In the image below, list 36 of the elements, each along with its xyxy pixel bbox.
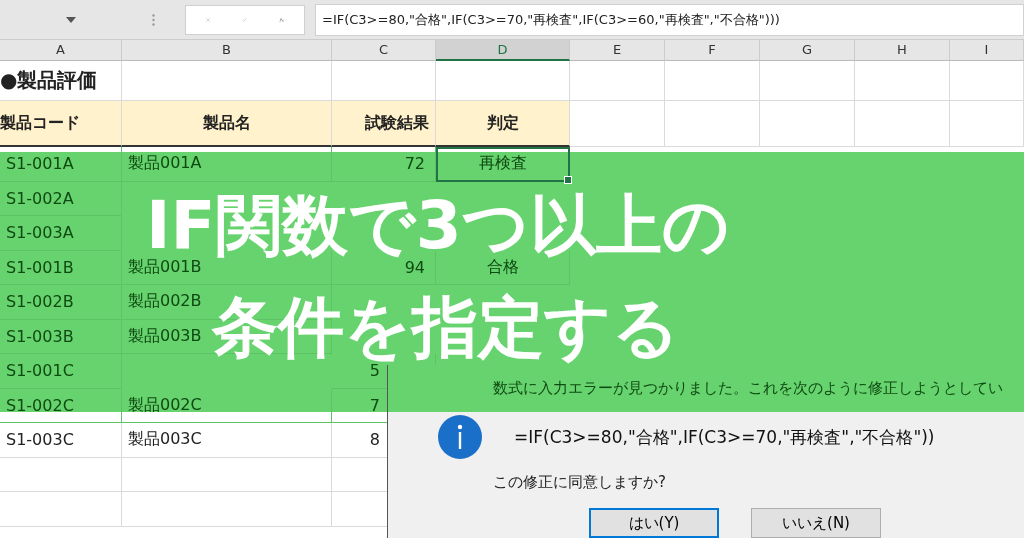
table-header: 試験結果 [332,101,436,147]
column-header[interactable]: E [570,40,665,61]
column-header[interactable]: C [332,40,436,61]
dropdown-caret-icon[interactable] [66,16,76,23]
column-header[interactable]: B [122,40,332,61]
active-cell[interactable]: 再検査 [436,147,570,182]
table-cell: 製品002C [122,388,332,423]
dialog-question: この修正に同意しますか? [493,473,667,492]
column-header[interactable]: G [760,40,855,61]
table-cell: S1-003C [0,423,122,458]
formula-field[interactable]: =IF(C3>=80,"合格",IF(C3>=70,"再検査",IF(C3>=60,"再検査","不合格"))) [315,3,1024,36]
dialog-button[interactable]: はい(Y) [589,508,719,538]
column-header[interactable]: H [855,40,950,61]
table-cell: S1-003B [0,319,122,354]
suggested-formula: =IF(C3>=80,"合格",IF(C3>=70,"再検査","不合格")) [514,425,935,449]
grip-icon [152,13,155,26]
table-cell: S1-001C [0,354,122,389]
table-header: 製品名 [122,101,332,147]
column-header[interactable]: D [436,40,570,61]
table-header: 判定 [436,101,570,147]
info-icon [438,415,482,459]
table-cell: S1-001A [0,147,122,182]
table-cell: 製品001A [122,147,332,182]
table-cell: S1-002A [0,181,122,216]
table-cell: 72 [332,147,436,182]
table-cell: S1-001B [0,250,122,285]
table-cell: S1-003A [0,216,122,251]
table-cell: S1-002C [0,388,122,423]
table-cell: S1-002B [0,285,122,320]
table-header: 製品コード [0,101,122,147]
column-header[interactable]: I [950,40,1024,61]
column-header[interactable]: F [665,40,760,61]
dialog-button[interactable]: いいえ(N) [751,508,881,538]
column-header[interactable]: A [0,40,122,61]
table-cell: 製品003C [122,423,332,458]
dialog-message: 数式に入力エラーが見つかりました。これを次のように修正しようとしてい [493,379,1004,398]
